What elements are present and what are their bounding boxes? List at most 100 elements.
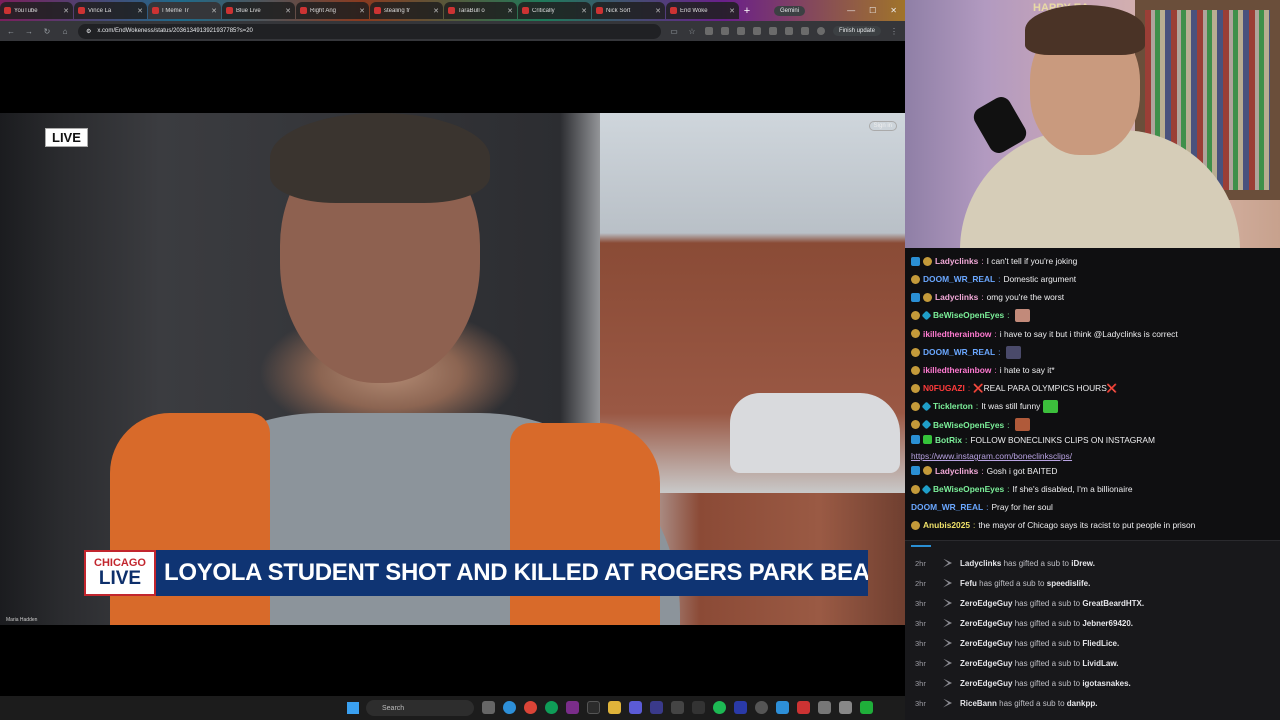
app-icon[interactable] <box>797 701 810 714</box>
sign-in-button[interactable]: Sign in <box>868 121 897 131</box>
chat-username[interactable]: BotRix <box>935 435 962 444</box>
tab-close-icon[interactable]: ✕ <box>359 7 365 15</box>
recipient-name[interactable]: iDrew. <box>1071 559 1095 568</box>
sub-badge-icon[interactable] <box>911 521 920 531</box>
gifter-name[interactable]: Fefu <box>960 579 977 588</box>
browser-tab[interactable]: Vince La ✕ <box>74 2 147 19</box>
tab-close-icon[interactable]: ✕ <box>137 7 143 15</box>
chat-username[interactable]: BeWiseOpenEyes <box>933 311 1004 320</box>
sidebar-icon[interactable] <box>784 27 793 35</box>
tab-close-icon[interactable]: ✕ <box>729 7 735 15</box>
gifter-name[interactable]: ZeroEdgeGuy <box>960 619 1012 628</box>
chat-username[interactable]: Ladyclinks <box>935 293 978 302</box>
edge-icon[interactable] <box>503 701 516 714</box>
gemini-button[interactable]: Gemini <box>774 5 806 16</box>
sub-badge-icon[interactable] <box>923 292 932 302</box>
app-icon[interactable] <box>839 701 852 714</box>
app-icon[interactable] <box>671 701 684 714</box>
finish-update-button[interactable]: Finish update <box>832 26 881 36</box>
taskbar-search[interactable]: Search <box>366 700 474 716</box>
sub-badge-icon[interactable] <box>911 365 920 375</box>
chat-username[interactable]: BeWiseOpenEyes <box>933 485 1004 494</box>
vip-badge-icon[interactable] <box>911 435 920 445</box>
sub-badge-icon[interactable] <box>911 274 920 284</box>
sub-badge-icon[interactable] <box>911 311 920 321</box>
sub-badge-icon[interactable] <box>911 484 920 494</box>
recipient-name[interactable]: igotasnakes. <box>1082 679 1130 688</box>
extensions-puzzle-icon[interactable] <box>768 27 777 35</box>
browser-tab[interactable]: Right Ang ✕ <box>296 2 369 19</box>
sub-badge-icon[interactable] <box>923 466 932 476</box>
app-icon[interactable] <box>755 701 768 714</box>
chat-username[interactable]: Ticklerton <box>933 402 973 411</box>
sub-badge-icon[interactable] <box>911 383 920 393</box>
browser-tab[interactable]: Blue Live ✕ <box>222 2 295 19</box>
sub-badge-icon[interactable] <box>911 329 920 339</box>
tab-close-icon[interactable]: ✕ <box>655 7 661 15</box>
site-info-icon[interactable]: ⚙ <box>86 28 91 35</box>
gifter-name[interactable]: RiceBann <box>960 699 997 708</box>
terminal-icon[interactable] <box>587 701 600 714</box>
gifter-name[interactable]: ZeroEdgeGuy <box>960 599 1012 608</box>
recipient-name[interactable]: speedislife. <box>1047 579 1091 588</box>
gifter-name[interactable]: ZeroEdgeGuy <box>960 639 1012 648</box>
file-explorer-icon[interactable] <box>482 701 495 714</box>
tab-close-icon[interactable]: ✕ <box>581 7 587 15</box>
gem-badge-icon[interactable] <box>921 484 932 495</box>
chat-username[interactable]: Anubis2025 <box>923 521 970 530</box>
recipient-name[interactable]: LividLaw. <box>1082 659 1118 668</box>
extension-icon[interactable] <box>752 27 761 35</box>
tab-close-icon[interactable]: ✕ <box>433 7 439 15</box>
bookmark-star-icon[interactable]: ☆ <box>687 27 697 36</box>
tab-close-icon[interactable]: ✕ <box>63 7 69 15</box>
chrome-alt-icon[interactable] <box>545 701 558 714</box>
sub-badge-icon[interactable] <box>923 256 932 266</box>
chat-username[interactable]: N0FUGAZI <box>923 384 965 393</box>
extension-icon[interactable] <box>704 27 713 35</box>
mod-badge-icon[interactable] <box>923 435 932 445</box>
forward-icon[interactable]: → <box>24 27 34 36</box>
tab-close-icon[interactable]: ✕ <box>211 7 217 15</box>
chat-username[interactable]: BeWiseOpenEyes <box>933 420 1004 429</box>
browser-tab[interactable]: I Meme Tr ✕ <box>148 2 221 19</box>
app-icon[interactable] <box>776 701 789 714</box>
chat-username[interactable]: Ladyclinks <box>935 256 978 265</box>
video-player[interactable]: LIVE Sign in CHICAGO LIVE LOYOLA STUDENT… <box>0 113 905 625</box>
extension-icon[interactable] <box>720 27 729 35</box>
recipient-name[interactable]: GreatBeardHTX. <box>1082 599 1144 608</box>
close-icon[interactable]: ✕ <box>890 6 897 15</box>
browser-tab[interactable]: End Woke ✕ <box>666 2 739 19</box>
sub-badge-icon[interactable] <box>911 420 920 430</box>
gem-badge-icon[interactable] <box>921 401 932 412</box>
app-icon[interactable] <box>734 701 747 714</box>
home-icon[interactable]: ⌂ <box>60 27 70 36</box>
browser-tab[interactable]: YouTube ✕ <box>0 2 73 19</box>
vip-badge-icon[interactable] <box>911 256 920 266</box>
windows-start-icon[interactable] <box>347 702 359 714</box>
app-icon[interactable] <box>629 701 642 714</box>
gifter-name[interactable]: ZeroEdgeGuy <box>960 659 1012 668</box>
sub-badge-icon[interactable] <box>911 402 920 412</box>
obs-icon[interactable] <box>566 701 579 714</box>
cast-icon[interactable]: ▭ <box>669 27 679 36</box>
app-icon[interactable] <box>860 701 873 714</box>
spotify-icon[interactable] <box>713 701 726 714</box>
tab-close-icon[interactable]: ✕ <box>507 7 513 15</box>
app-icon[interactable] <box>818 701 831 714</box>
recipient-name[interactable]: Jebner69420. <box>1082 619 1133 628</box>
recipient-name[interactable]: dankpp. <box>1067 699 1098 708</box>
maximize-icon[interactable]: ☐ <box>869 6 876 15</box>
vip-badge-icon[interactable] <box>911 292 920 302</box>
gifter-name[interactable]: Ladyclinks <box>960 559 1001 568</box>
chat-username[interactable]: DOOM_WR_REAL <box>923 275 995 284</box>
reload-icon[interactable]: ↻ <box>42 27 52 36</box>
gifter-name[interactable]: ZeroEdgeGuy <box>960 679 1012 688</box>
vip-badge-icon[interactable] <box>911 466 920 476</box>
browser-tab[interactable]: TaraBull o ✕ <box>444 2 517 19</box>
menu-dots-icon[interactable]: ⋮ <box>889 27 899 36</box>
chrome-icon[interactable] <box>524 701 537 714</box>
chat-username[interactable]: DOOM_WR_REAL <box>923 347 995 356</box>
download-icon[interactable] <box>800 27 809 35</box>
chat-username[interactable]: Ladyclinks <box>935 466 978 475</box>
profile-avatar[interactable] <box>816 27 825 35</box>
